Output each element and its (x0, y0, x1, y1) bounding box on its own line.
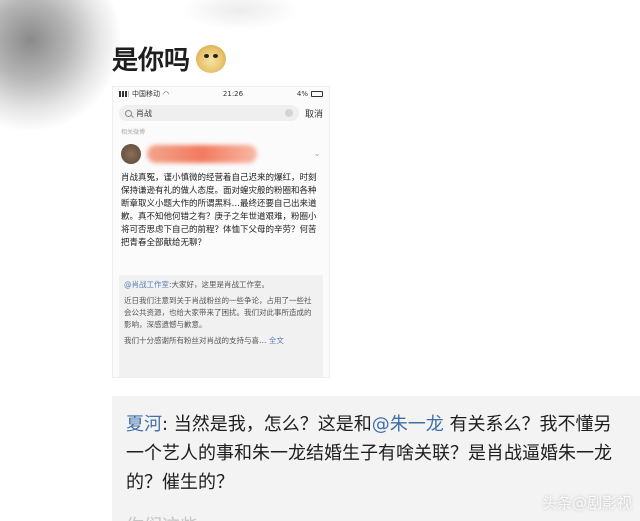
watermark: 头条@剧影视 (541, 494, 632, 512)
blurred-top-smudge (180, 0, 300, 30)
battery-icon (311, 91, 323, 97)
doge-icon (196, 44, 227, 73)
quoted-post[interactable]: @肖战工作室:大家好，这里是肖战工作室。 近日我们注意到关于肖战粉丝的一些争论，… (119, 275, 323, 377)
quote-intro: :大家好，这里是肖战工作室。 (169, 280, 270, 289)
quote-paragraph-1: 近日我们注意到关于肖战粉丝的一些争论，占用了一些社会公共资源，也给大家带来了困扰… (124, 296, 312, 329)
search-query: 肖战 (136, 108, 152, 118)
quote-intro-line: @肖战工作室:大家好，这里是肖战工作室。 (124, 279, 318, 291)
clear-icon[interactable] (284, 109, 293, 117)
phone-screenshot: 中国移动 ◠ 21:26 4% 肖战 取消 相关微博 ⌄ 肖战真冤，谨小慎微的经… (112, 86, 330, 378)
studio-mention-link[interactable]: @肖战工作室 (124, 280, 169, 289)
comment-text: 夏河: 当然是我，怎么？这是和@朱一龙 有关系么？我不懂另一个艺人的事和朱一龙结… (126, 410, 626, 497)
comment-faded-line: 你们这些… (126, 512, 216, 521)
comment-part-1: 当然是我，怎么？这是和 (173, 414, 372, 435)
headline-text: 是你吗 (112, 46, 191, 76)
wifi-icon: ◠ (163, 90, 170, 98)
comment-author[interactable]: 夏河 (126, 414, 162, 435)
post-header: ⌄ (113, 138, 329, 170)
status-bar: 中国移动 ◠ 21:26 4% (113, 87, 329, 101)
search-row: 肖战 取消 (113, 101, 329, 125)
avatar[interactable] (121, 144, 141, 164)
comment-box: 夏河: 当然是我，怎么？这是和@朱一龙 有关系么？我不懂另一个艺人的事和朱一龙结… (112, 396, 640, 521)
status-time: 21:26 (222, 90, 244, 98)
headline: 是你吗 (112, 40, 227, 77)
full-text-link[interactable]: 全文 (269, 336, 284, 345)
blurred-face-corner (0, 0, 120, 130)
status-left: 中国移动 ◠ (119, 89, 169, 99)
search-icon (125, 109, 132, 117)
status-right: 4% (297, 90, 323, 98)
chevron-down-icon[interactable]: ⌄ (313, 149, 321, 159)
battery-percent: 4% (296, 90, 308, 98)
quote-paragraph-2-line: 我们十分感谢所有粉丝对肖战的支持与喜… 全文 (124, 335, 318, 347)
post-text: 肖战真冤，谨小慎微的经营着自己迟来的爆红，时刻保持谦逊有礼的做人态度。面对蝗灾般… (121, 173, 317, 248)
redacted-username (147, 145, 257, 163)
comment-separator: : (162, 414, 174, 435)
section-label: 相关微博 (121, 129, 146, 136)
signal-icon (119, 91, 129, 97)
cancel-button[interactable]: 取消 (305, 107, 323, 120)
comment-mention-link[interactable]: @朱一龙 (372, 414, 444, 435)
search-input[interactable]: 肖战 (119, 105, 299, 121)
quote-paragraph-2: 我们十分感谢所有粉丝对肖战的支持与喜… (124, 336, 267, 345)
carrier: 中国移动 (132, 90, 160, 98)
